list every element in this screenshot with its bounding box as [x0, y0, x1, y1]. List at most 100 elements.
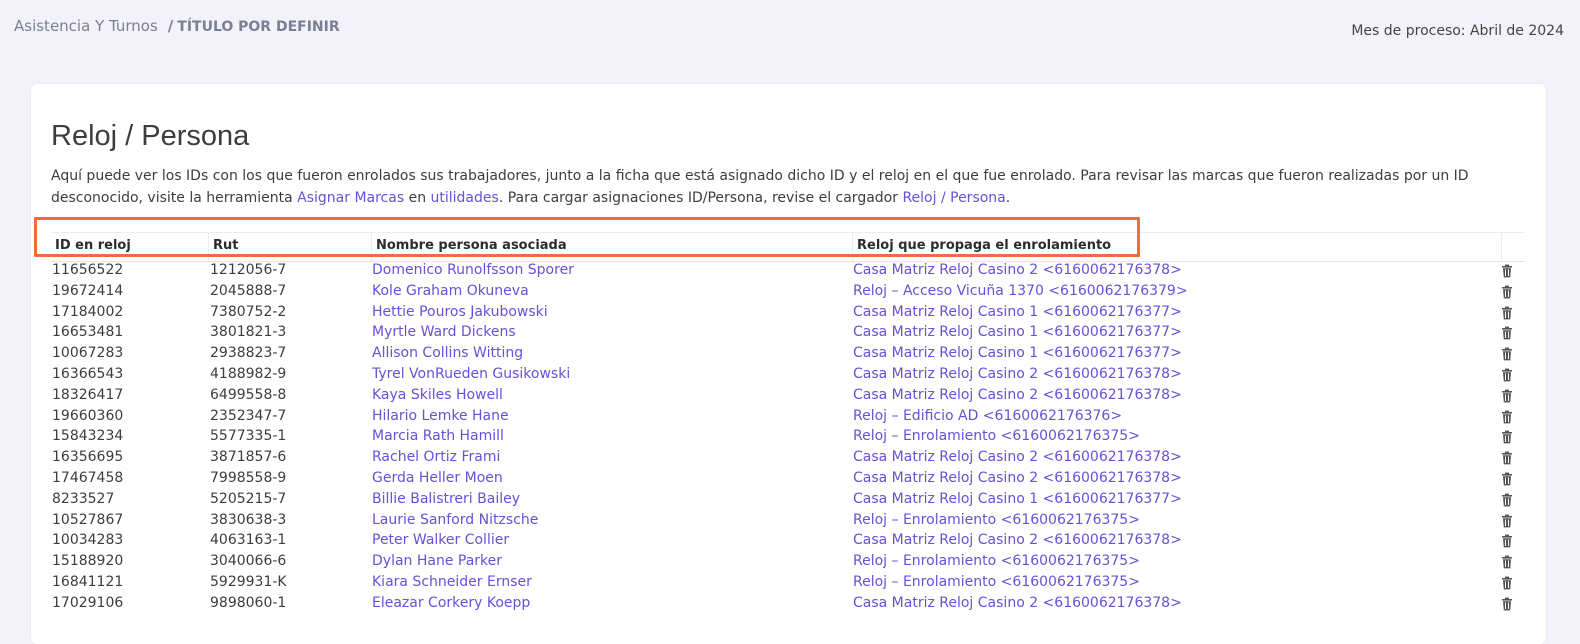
trash-icon[interactable]: [1500, 326, 1514, 340]
table-row: 18326417 6499558-8 Kaya Skiles Howell Casa …: [0, 385, 1580, 406]
person-name-link[interactable]: Peter Walker Collier: [372, 532, 509, 548]
assign-marks-link[interactable]: Asignar Marcas: [297, 190, 404, 206]
clock-link[interactable]: Reloj – Enrolamiento <6160062176375>: [853, 553, 1140, 569]
clock-link[interactable]: Reloj – Edificio AD <6160062176376>: [853, 408, 1122, 424]
person-name-link[interactable]: Kiara Schneider Ernser: [372, 574, 532, 590]
rut-cell: 5929931-K: [210, 574, 287, 590]
table-row: 16653481 3801821-3 Myrtle Ward Dickens Casa…: [0, 322, 1580, 343]
utilities-link[interactable]: utilidades: [431, 190, 499, 206]
clock-id-cell: 17467458: [52, 470, 124, 486]
person-name-link[interactable]: Dylan Hane Parker: [372, 553, 502, 569]
person-name-link[interactable]: Tyrel VonRueden Gusikowski: [372, 366, 570, 382]
table-row: 16356695 3871857-6 Rachel Ortiz Frami Casa …: [0, 447, 1580, 468]
rut-cell: 1212056-7: [210, 262, 287, 278]
trash-icon[interactable]: [1500, 368, 1514, 382]
table-row: 15843234 5577335-1 Marcia Rath Hamill Reloj…: [0, 426, 1580, 447]
clock-link[interactable]: Casa Matriz Reloj Casino 2 <616006217637…: [853, 449, 1182, 465]
person-name-link[interactable]: Kole Graham Okuneva: [372, 283, 529, 299]
breadcrumb-current: TÍTULO POR DEFINIR: [177, 19, 340, 35]
table-row: 11656522 1212056-7 Domenico Runolfsson Spo…: [0, 260, 1580, 281]
clock-link[interactable]: Casa Matriz Reloj Casino 1 <616006217637…: [853, 345, 1182, 361]
table-header: ID en reloj Rut Nombre persona asociada …: [51, 232, 1525, 262]
trash-icon[interactable]: [1500, 306, 1514, 320]
person-name-link[interactable]: Domenico Runolfsson Sporer: [372, 262, 574, 278]
person-name-link[interactable]: Myrtle Ward Dickens: [372, 324, 516, 340]
clock-link[interactable]: Reloj – Acceso Vicuña 1370 <616006217637…: [853, 283, 1188, 299]
clock-link[interactable]: Reloj – Enrolamiento <6160062176375>: [853, 512, 1140, 528]
trash-icon[interactable]: [1500, 410, 1514, 424]
description-text-2: en: [404, 190, 431, 206]
table-row: 16841121 5929931-K Kiara Schneider Ernser R…: [0, 572, 1580, 593]
clock-id-cell: 16841121: [52, 574, 124, 590]
clock-link[interactable]: Casa Matriz Reloj Casino 1 <616006217637…: [853, 491, 1182, 507]
rut-cell: 2938823-7: [210, 345, 287, 362]
person-name-link[interactable]: Hilario Lemke Hane: [372, 408, 509, 424]
clock-link[interactable]: Casa Matriz Reloj Casino 2 <616006217637…: [853, 532, 1182, 548]
trash-icon[interactable]: [1500, 451, 1514, 465]
clock-link[interactable]: Casa Matriz Reloj Casino 2 <616006217637…: [853, 366, 1182, 382]
clock-link[interactable]: Casa Matriz Reloj Casino 2 <616006217637…: [853, 262, 1182, 278]
person-name-link[interactable]: Laurie Sanford Nitzsche: [372, 512, 538, 528]
clock-id-cell: 16366543: [52, 366, 124, 382]
rut-cell: 3040066-6: [210, 553, 287, 570]
clock-person-loader-link[interactable]: Reloj / Persona: [902, 190, 1005, 206]
trash-icon[interactable]: [1500, 430, 1514, 444]
trash-icon[interactable]: [1500, 514, 1514, 528]
clock-link[interactable]: Reloj – Enrolamiento <6160062176375>: [853, 428, 1140, 444]
column-header-actions: [1501, 233, 1526, 261]
rut-cell: 5205215-7: [210, 490, 287, 507]
table-row: 10067283 2938823-7 Allison Collins Witting…: [0, 343, 1580, 364]
clock-id-cell: 10527867: [52, 511, 124, 528]
clock-id-cell: 18326417: [52, 386, 124, 403]
clock-id-cell: 10067283: [52, 345, 124, 362]
clock-id-cell: 17184002: [52, 303, 124, 320]
clock-link[interactable]: Casa Matriz Reloj Casino 1 <616006217637…: [853, 304, 1182, 320]
trash-icon[interactable]: [1500, 472, 1514, 486]
trash-icon[interactable]: [1500, 534, 1514, 548]
trash-icon[interactable]: [1500, 347, 1514, 361]
rut-cell: 2045888-7: [210, 282, 287, 299]
rut-cell: 4063163-1: [210, 532, 287, 549]
rut-cell: 6499558-8: [210, 386, 287, 403]
person-name-link[interactable]: Marcia Rath Hamill: [372, 428, 504, 444]
table-row: 15188920 3040066-6 Dylan Hane Parker Reloj …: [0, 551, 1580, 572]
clock-id-cell: 16653481: [52, 324, 124, 341]
breadcrumb-root[interactable]: Asistencia Y Turnos: [14, 17, 158, 35]
clock-id-cell: 19672414: [52, 282, 124, 299]
table-row: 10527867 3830638-3 Laurie Sanford Nitzsche…: [0, 510, 1580, 531]
description-text-3: . Para cargar asignaciones ID/Persona, r…: [498, 190, 903, 206]
person-name-link[interactable]: Eleazar Corkery Koepp: [372, 595, 530, 611]
trash-icon[interactable]: [1500, 285, 1514, 299]
column-header-rut[interactable]: Rut: [208, 233, 373, 261]
clock-link[interactable]: Casa Matriz Reloj Casino 1 <616006217637…: [853, 324, 1182, 340]
clock-id-cell: 17029106: [52, 594, 124, 611]
person-name-link[interactable]: Billie Balistreri Bailey: [372, 491, 520, 507]
column-header-person-name[interactable]: Nombre persona asociada: [371, 233, 854, 261]
column-header-id[interactable]: ID en reloj: [51, 233, 209, 261]
page-description: Aquí puede ver los IDs con los que fuero…: [51, 165, 1531, 209]
person-name-link[interactable]: Gerda Heller Moen: [372, 470, 503, 486]
person-name-link[interactable]: Kaya Skiles Howell: [372, 387, 503, 403]
rut-cell: 9898060-1: [210, 594, 287, 611]
person-name-link[interactable]: Rachel Ortiz Frami: [372, 449, 500, 465]
trash-icon[interactable]: [1500, 597, 1514, 611]
clock-link[interactable]: Casa Matriz Reloj Casino 2 <616006217637…: [853, 595, 1182, 611]
trash-icon[interactable]: [1500, 389, 1514, 403]
person-name-link[interactable]: Hettie Pouros Jakubowski: [372, 304, 548, 320]
clock-id-cell: 15843234: [52, 428, 124, 445]
trash-icon[interactable]: [1500, 555, 1514, 569]
person-name-link[interactable]: Allison Collins Witting: [372, 345, 523, 361]
clock-id-cell: 10034283: [52, 532, 124, 549]
table-row: 17029106 9898060-1 Eleazar Corkery Koepp Ca…: [0, 593, 1580, 614]
clock-id-cell: 16356695: [52, 449, 124, 466]
clock-link[interactable]: Casa Matriz Reloj Casino 2 <616006217637…: [853, 470, 1182, 486]
page-title: Reloj / Persona: [51, 120, 250, 152]
trash-icon[interactable]: [1500, 576, 1514, 590]
trash-icon[interactable]: [1500, 493, 1514, 507]
trash-icon[interactable]: [1500, 264, 1514, 278]
rut-cell: 2352347-7: [210, 407, 287, 424]
clock-link[interactable]: Reloj – Enrolamiento <6160062176375>: [853, 574, 1140, 590]
process-month-label: Mes de proceso: Abril de 2024: [1351, 23, 1564, 39]
column-header-clock[interactable]: Reloj que propaga el enrolamiento: [852, 233, 1503, 261]
clock-link[interactable]: Casa Matriz Reloj Casino 2 <616006217637…: [853, 387, 1182, 403]
